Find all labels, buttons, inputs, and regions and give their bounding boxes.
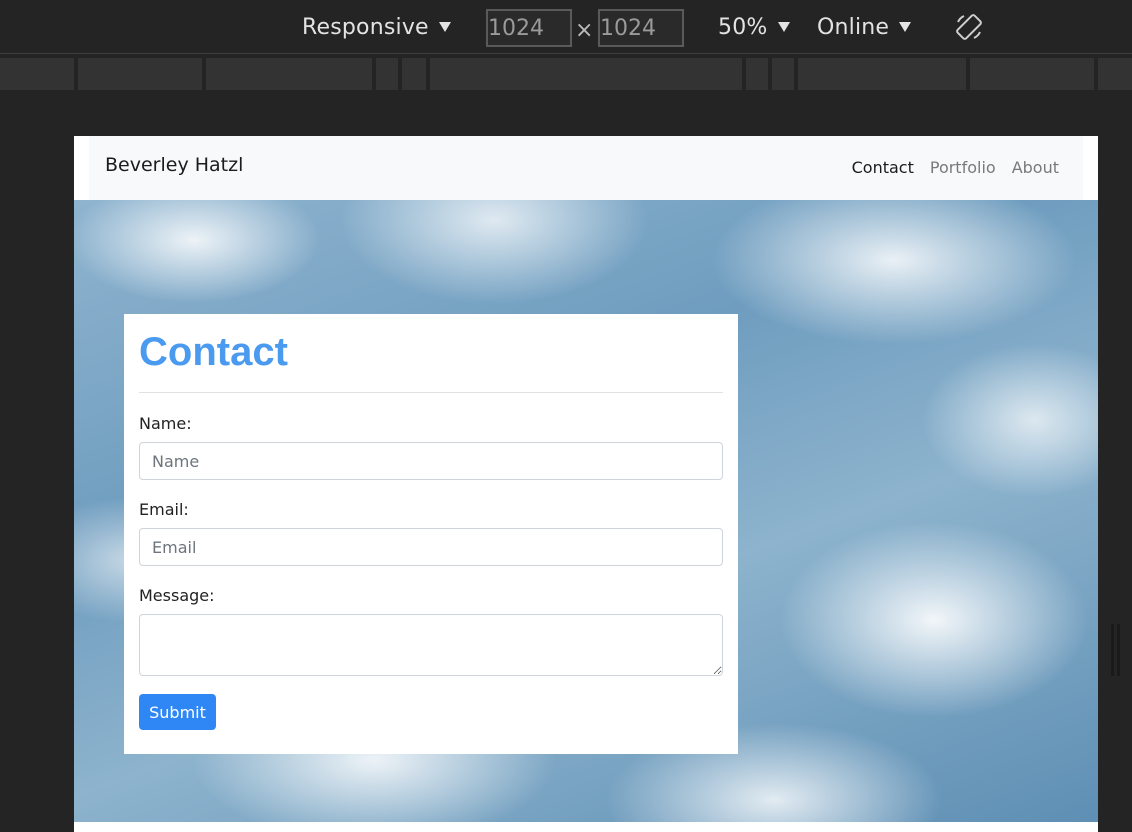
resize-grip-line: [1117, 624, 1120, 676]
submit-button[interactable]: Submit: [139, 694, 216, 730]
dimension-times-icon: ×: [575, 18, 594, 43]
throttle-select[interactable]: Online: [817, 0, 912, 54]
nav-link-contact[interactable]: Contact: [852, 158, 914, 177]
contact-card: Contact Name: Email: Message: Submit: [124, 314, 738, 754]
viewport-resize-handle[interactable]: [1111, 624, 1121, 676]
divider: [139, 392, 723, 393]
height-input[interactable]: [598, 9, 684, 47]
message-label: Message:: [139, 586, 215, 605]
name-label: Name:: [139, 414, 192, 433]
caret-down-icon: [438, 22, 451, 32]
throttle-select-label: Online: [817, 14, 890, 40]
media-query-segment[interactable]: [376, 58, 398, 90]
nav-link-about[interactable]: About: [1012, 158, 1059, 177]
media-query-segment[interactable]: [0, 58, 74, 90]
media-query-segment[interactable]: [970, 58, 1094, 90]
caret-down-icon: [899, 22, 912, 32]
width-input[interactable]: [486, 9, 572, 47]
nav-links: Contact Portfolio About: [852, 158, 1059, 177]
resize-grip-line: [1111, 624, 1114, 676]
site-navbar: Beverley Hatzl Contact Portfolio About: [89, 136, 1083, 200]
media-query-segment[interactable]: [746, 58, 768, 90]
media-query-segment[interactable]: [402, 58, 426, 90]
media-query-segment[interactable]: [78, 58, 202, 90]
email-label: Email:: [139, 500, 189, 519]
device-toolbar: Responsive × 50% Online: [0, 0, 1132, 54]
message-field[interactable]: [139, 614, 723, 676]
caret-down-icon: [777, 22, 790, 32]
device-select[interactable]: Responsive: [302, 0, 451, 54]
media-query-segment[interactable]: [430, 58, 742, 90]
email-field[interactable]: [139, 528, 723, 566]
nav-link-portfolio[interactable]: Portfolio: [930, 158, 996, 177]
emulated-viewport: Beverley Hatzl Contact Portfolio About C…: [74, 136, 1098, 832]
media-query-segment[interactable]: [1098, 58, 1132, 90]
media-query-segment[interactable]: [798, 58, 966, 90]
page-title: Contact: [139, 330, 288, 374]
site-brand[interactable]: Beverley Hatzl: [105, 154, 243, 176]
media-query-segment[interactable]: [772, 58, 794, 90]
page-footer-strip: [74, 822, 1098, 832]
media-query-bar: [0, 58, 1132, 92]
sky-background: Contact Name: Email: Message: Submit: [74, 200, 1098, 822]
device-select-label: Responsive: [302, 14, 429, 40]
zoom-select-label: 50%: [718, 14, 768, 40]
rotate-icon[interactable]: [954, 12, 984, 42]
name-field[interactable]: [139, 442, 723, 480]
zoom-select[interactable]: 50%: [718, 0, 790, 54]
media-query-segment[interactable]: [206, 58, 372, 90]
